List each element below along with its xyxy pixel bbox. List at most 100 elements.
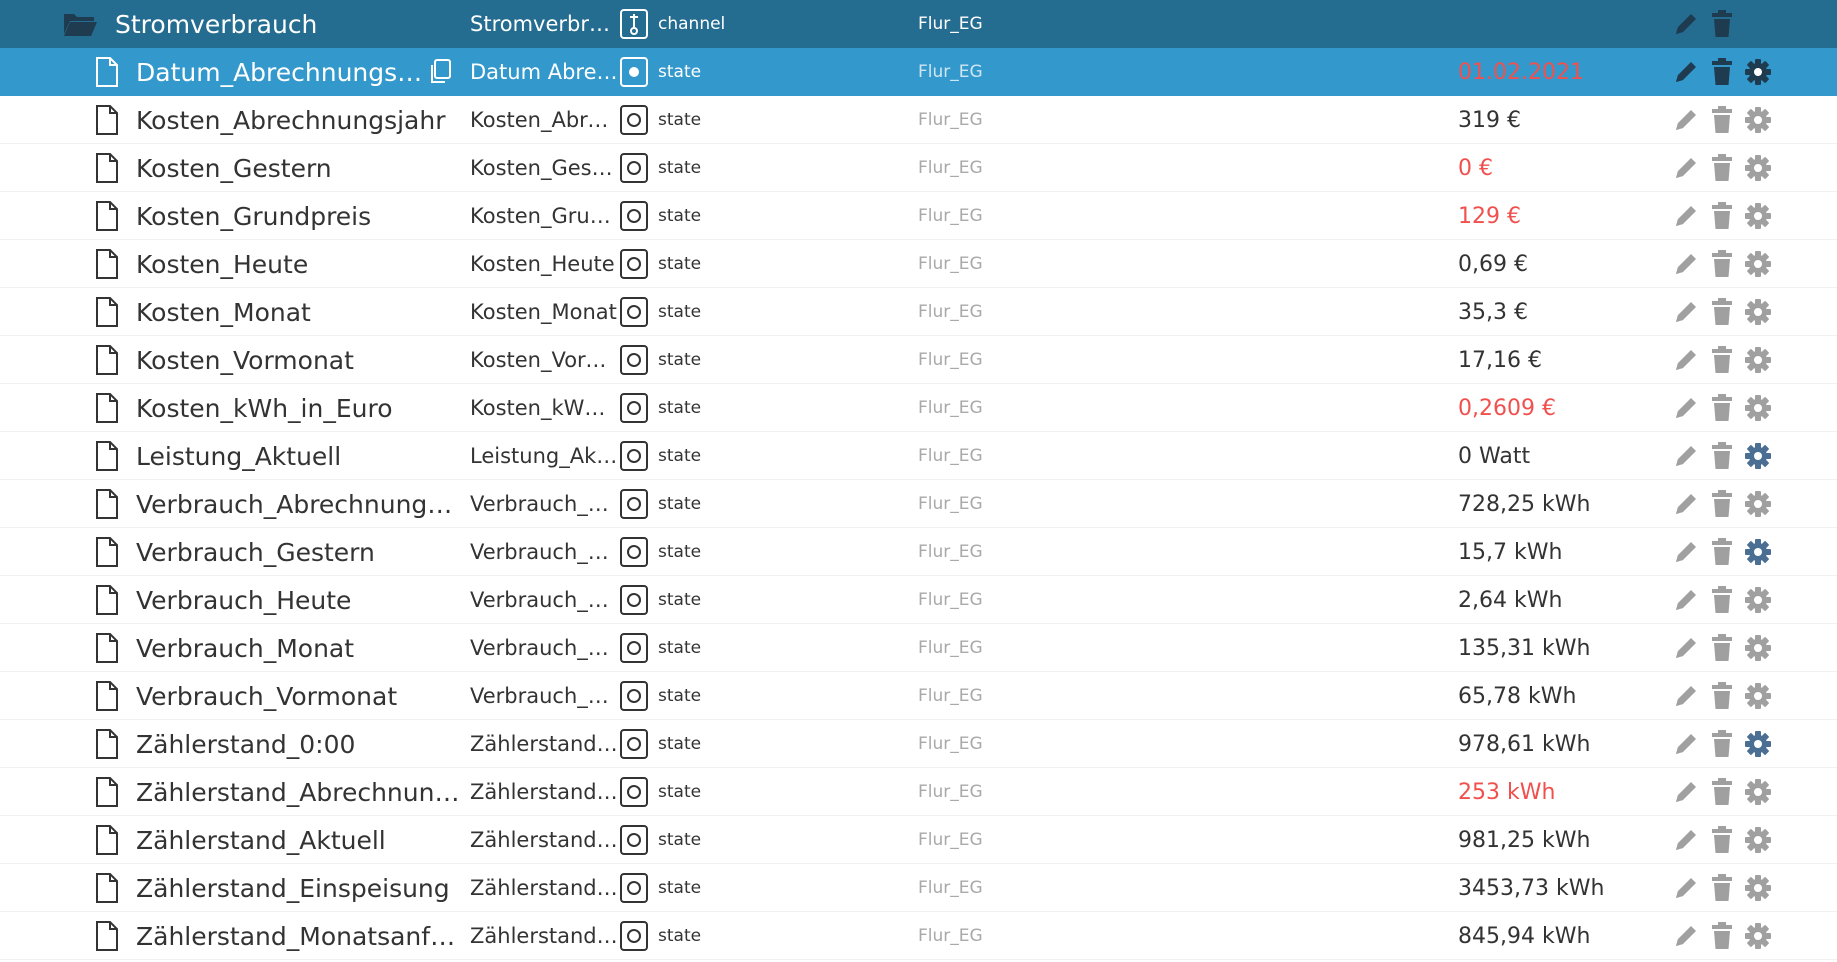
delete-trash-icon[interactable] [1704,198,1740,234]
file-icon[interactable] [92,48,122,96]
object-value[interactable]: 0,2609 € [1458,384,1658,432]
object-id[interactable]: Stromverbrauch [115,0,460,48]
edit-pencil-icon[interactable] [1668,342,1704,378]
edit-pencil-icon[interactable] [1668,54,1704,90]
object-value[interactable]: 3453,73 kWh [1458,864,1658,912]
object-value[interactable]: 978,61 kWh [1458,720,1658,768]
object-value[interactable]: 17,16 € [1458,336,1658,384]
object-value[interactable]: 15,7 kWh [1458,528,1658,576]
delete-trash-icon[interactable] [1704,870,1740,906]
settings-gear-icon[interactable] [1740,726,1776,762]
settings-gear-icon[interactable] [1740,342,1776,378]
object-value[interactable]: 65,78 kWh [1458,672,1658,720]
file-icon[interactable] [92,192,122,240]
edit-pencil-icon[interactable] [1668,486,1704,522]
file-icon[interactable] [92,144,122,192]
edit-pencil-icon[interactable] [1668,726,1704,762]
object-value[interactable]: 253 kWh [1458,768,1658,816]
object-value[interactable]: 0 € [1458,144,1658,192]
object-id[interactable]: Zählerstand_Abrechnungsbe... [136,768,460,816]
object-value[interactable]: 981,25 kWh [1458,816,1658,864]
object-value[interactable]: 35,3 € [1458,288,1658,336]
object-value[interactable]: 135,31 kWh [1458,624,1658,672]
edit-pencil-icon[interactable] [1668,870,1704,906]
delete-trash-icon[interactable] [1704,918,1740,954]
object-id[interactable]: Verbrauch_Monat [136,624,460,672]
delete-trash-icon[interactable] [1704,54,1740,90]
tree-row[interactable]: Zählerstand_Monatsanfang Zählerstand_... s… [0,912,1837,960]
edit-pencil-icon[interactable] [1668,150,1704,186]
tree-row[interactable]: Verbrauch_Gestern Verbrauch_Ge... state Flu… [0,528,1837,576]
delete-trash-icon[interactable] [1704,726,1740,762]
tree-row[interactable]: Verbrauch_Heute Verbrauch_He... state Flur_… [0,576,1837,624]
settings-gear-icon[interactable] [1740,630,1776,666]
tree-row[interactable]: Zählerstand_0:00 Zählerstand_0... state Flu… [0,720,1837,768]
tree-row[interactable]: Verbrauch_Abrechnungsjahr Verbrauch_Ab...… [0,480,1837,528]
delete-trash-icon[interactable] [1704,438,1740,474]
file-icon[interactable] [92,720,122,768]
tree-row[interactable]: Kosten_Grundpreis Kosten_Grund... state Flu… [0,192,1837,240]
tree-row[interactable]: Kosten_Vormonat Kosten_Vorm... state Flur_E… [0,336,1837,384]
object-value[interactable]: 129 € [1458,192,1658,240]
file-icon[interactable] [92,912,122,960]
file-icon[interactable] [92,864,122,912]
object-id[interactable]: Kosten_Heute [136,240,460,288]
delete-trash-icon[interactable] [1704,150,1740,186]
edit-pencil-icon[interactable] [1668,918,1704,954]
object-id[interactable]: Kosten_Grundpreis [136,192,460,240]
settings-gear-icon[interactable] [1740,390,1776,426]
object-value[interactable]: 2,64 kWh [1458,576,1658,624]
edit-pencil-icon[interactable] [1668,390,1704,426]
file-icon[interactable] [92,96,122,144]
delete-trash-icon[interactable] [1704,102,1740,138]
tree-row[interactable]: Kosten_Abrechnungsjahr Kosten_Abrec... sta… [0,96,1837,144]
settings-gear-icon[interactable] [1740,198,1776,234]
tree-row[interactable]: Leistung_Aktuell Leistung_Aktu... state Flu… [0,432,1837,480]
tree-row[interactable]: Kosten_Monat Kosten_Monat state Flur_EG 35,3… [0,288,1837,336]
edit-pencil-icon[interactable] [1668,822,1704,858]
delete-trash-icon[interactable] [1704,774,1740,810]
tree-row[interactable]: Kosten_Gestern Kosten_Gestern state Flur_EG… [0,144,1837,192]
settings-gear-icon[interactable] [1740,534,1776,570]
object-id[interactable]: Kosten_Vormonat [136,336,460,384]
file-icon[interactable] [92,528,122,576]
settings-gear-icon[interactable] [1740,438,1776,474]
file-icon[interactable] [92,816,122,864]
object-id[interactable]: Kosten_kWh_in_Euro [136,384,460,432]
file-icon[interactable] [92,768,122,816]
edit-pencil-icon[interactable] [1668,534,1704,570]
delete-trash-icon[interactable] [1704,822,1740,858]
object-id[interactable]: Datum_Abrechnungsbeginn [136,48,428,96]
edit-pencil-icon[interactable] [1668,198,1704,234]
tree-row[interactable]: Kosten_Heute Kosten_Heute state Flur_EG 0,69… [0,240,1837,288]
file-icon[interactable] [92,240,122,288]
delete-trash-icon[interactable] [1704,678,1740,714]
delete-trash-icon[interactable] [1704,534,1740,570]
object-id[interactable]: Zählerstand_Einspeisung [136,864,460,912]
settings-gear-icon[interactable] [1740,294,1776,330]
settings-gear-icon[interactable] [1740,582,1776,618]
object-id[interactable]: Kosten_Abrechnungsjahr [136,96,460,144]
folder-open-icon[interactable] [60,0,100,48]
delete-trash-icon[interactable] [1704,342,1740,378]
delete-trash-icon[interactable] [1704,246,1740,282]
file-icon[interactable] [92,288,122,336]
settings-gear-icon[interactable] [1740,918,1776,954]
settings-gear-icon[interactable] [1740,246,1776,282]
settings-gear-icon[interactable] [1740,870,1776,906]
delete-trash-icon[interactable] [1704,630,1740,666]
object-id[interactable]: Verbrauch_Vormonat [136,672,460,720]
file-icon[interactable] [92,432,122,480]
settings-gear-icon[interactable] [1740,54,1776,90]
file-icon[interactable] [92,336,122,384]
delete-trash-icon[interactable] [1704,390,1740,426]
edit-pencil-icon[interactable] [1668,774,1704,810]
object-value[interactable]: 0 Watt [1458,432,1658,480]
settings-gear-icon[interactable] [1740,150,1776,186]
file-icon[interactable] [92,672,122,720]
object-id[interactable]: Kosten_Monat [136,288,460,336]
edit-pencil-icon[interactable] [1668,6,1704,42]
tree-row[interactable]: Zählerstand_Aktuell Zählerstand_A... state… [0,816,1837,864]
edit-pencil-icon[interactable] [1668,294,1704,330]
tree-row-channel[interactable]: Stromverbrauch Stromverbrauch channel Flur_… [0,0,1837,48]
